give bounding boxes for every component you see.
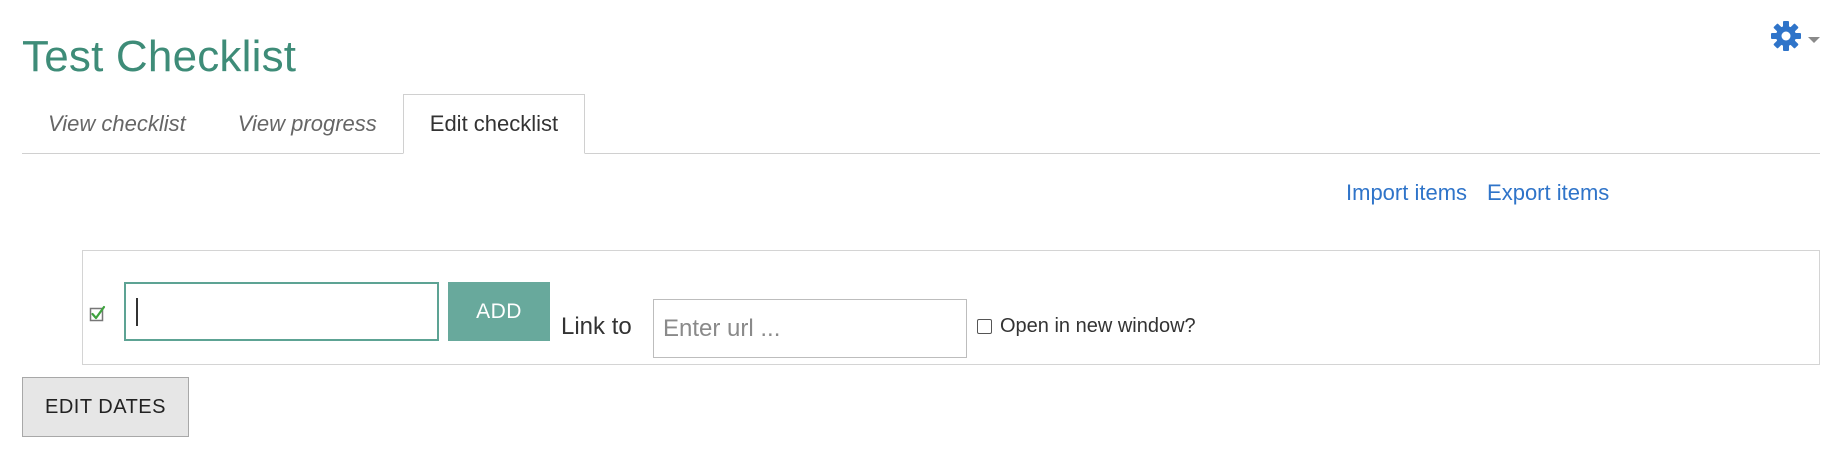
import-export-links: Import items Export items: [1346, 180, 1609, 206]
text-cursor: [136, 298, 138, 326]
open-new-window-checkbox[interactable]: [977, 319, 992, 334]
add-item-form: ADD Link to Enter url ... Open in new wi…: [82, 250, 1820, 365]
tab-bar: View checklist View progress Edit checkl…: [22, 94, 1820, 154]
item-text-input[interactable]: [124, 282, 439, 341]
export-items-link[interactable]: Export items: [1487, 180, 1609, 206]
edit-dates-button[interactable]: EDIT DATES: [22, 377, 189, 437]
link-to-label: Link to: [561, 313, 632, 340]
add-button[interactable]: ADD: [448, 282, 550, 341]
open-new-window-option[interactable]: Open in new window?: [977, 315, 1196, 338]
checkbox-checked-icon: [89, 305, 107, 328]
chevron-down-icon[interactable]: [1808, 36, 1820, 43]
url-input[interactable]: Enter url ...: [653, 299, 967, 358]
open-new-window-label: Open in new window?: [1000, 315, 1196, 337]
page: Test Checklist View checklist View progr…: [0, 0, 1842, 466]
tab-view-progress[interactable]: View progress: [212, 95, 403, 153]
import-items-link[interactable]: Import items: [1346, 180, 1467, 206]
gear-icon[interactable]: [1770, 20, 1802, 57]
tab-view-checklist[interactable]: View checklist: [22, 95, 212, 153]
settings-menu[interactable]: [1770, 20, 1820, 57]
tab-edit-checklist[interactable]: Edit checklist: [402, 94, 586, 154]
page-title: Test Checklist: [22, 32, 297, 81]
